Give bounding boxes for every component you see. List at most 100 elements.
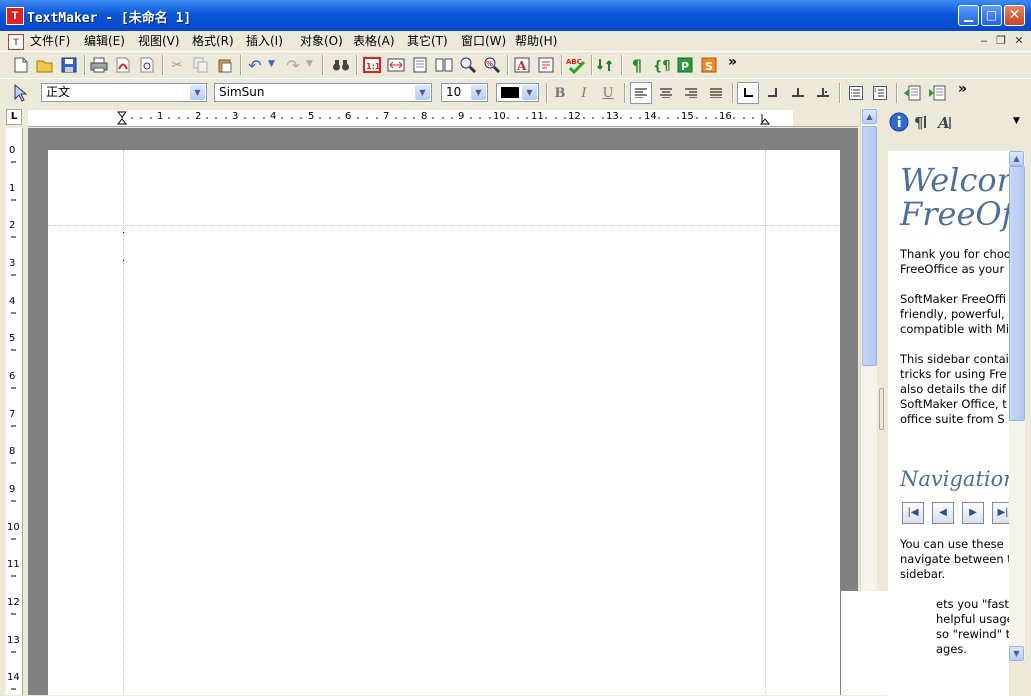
toolbar-separator: [322, 55, 324, 75]
nav-previous-icon[interactable]: ◀: [932, 502, 954, 524]
copy-icon[interactable]: [190, 54, 212, 76]
zoom-page-width-icon[interactable]: [385, 54, 407, 76]
paragraph-format-icon[interactable]: [535, 54, 557, 76]
print-preview-icon[interactable]: [136, 54, 158, 76]
chevron-down-icon[interactable]: ▼: [415, 85, 430, 100]
pilcrow-show-marks-icon[interactable]: ¶: [626, 54, 648, 76]
bullet-list-button[interactable]: [845, 82, 867, 104]
menu-file[interactable]: 文件(F): [30, 33, 70, 49]
scrollbar-thumb[interactable]: [862, 126, 877, 366]
menu-object[interactable]: 对象(O): [300, 33, 343, 49]
info-icon[interactable]: [888, 111, 910, 133]
mdi-minimize-button[interactable]: ‒: [976, 33, 992, 48]
print-icon[interactable]: [88, 54, 110, 76]
cut-icon[interactable]: ✂: [166, 54, 188, 76]
export-pdf-icon[interactable]: [112, 54, 134, 76]
vertical-ruler[interactable]: 0 1 2 3 4 5 6 7 8 9 10 11 12 13 14: [6, 128, 23, 695]
toolbar-overflow-icon[interactable]: »: [958, 81, 967, 97]
tab-center-button[interactable]: [787, 82, 809, 104]
undo-icon[interactable]: ↶: [244, 54, 266, 76]
minimize-button[interactable]: ▁: [958, 5, 979, 26]
chevron-down-icon[interactable]: ▼: [471, 85, 486, 100]
bold-button[interactable]: B: [549, 82, 571, 104]
paste-icon[interactable]: [214, 54, 236, 76]
align-left-button[interactable]: [630, 82, 652, 104]
scroll-up-arrow-icon[interactable]: ▲: [862, 109, 877, 124]
character-styles-icon[interactable]: A: [936, 111, 958, 133]
menu-window[interactable]: 窗口(W): [461, 33, 506, 49]
chevron-down-icon[interactable]: ▼: [190, 85, 205, 100]
select-pointer-icon[interactable]: [9, 82, 31, 104]
align-justify-button[interactable]: [705, 82, 727, 104]
navigation-text-line: You can use these: [900, 537, 1004, 551]
nav-next-icon[interactable]: ▶: [962, 502, 984, 524]
menu-view[interactable]: 视图(V): [138, 33, 180, 49]
mdi-restore-button[interactable]: ❐: [993, 33, 1009, 48]
document-page[interactable]: [48, 150, 840, 695]
redo-dropdown-icon[interactable]: ▼: [306, 59, 313, 69]
horizontal-ruler[interactable]: 1 2 3 4 5 6 7 8 9 10 11 12 13 14 15 16: [28, 110, 858, 127]
paragraph-styles-icon[interactable]: ¶: [912, 111, 934, 133]
toolbar-overflow-icon[interactable]: »: [728, 54, 737, 70]
find-binoculars-icon[interactable]: [330, 54, 352, 76]
sidebar-menu-chevron-down-icon[interactable]: ▼: [1013, 116, 1020, 126]
zoom-magnifier-icon[interactable]: [457, 54, 479, 76]
scroll-down-arrow-icon[interactable]: ▼: [1009, 646, 1024, 661]
underline-button[interactable]: U: [597, 82, 619, 104]
open-folder-icon[interactable]: [34, 54, 56, 76]
redo-icon[interactable]: ↷: [282, 54, 304, 76]
align-center-button[interactable]: [655, 82, 677, 104]
menu-insert[interactable]: 插入(I): [246, 33, 283, 49]
chevron-down-icon[interactable]: ▼: [522, 85, 537, 100]
presentations-icon[interactable]: P: [674, 54, 696, 76]
tab-right-button[interactable]: [762, 82, 784, 104]
document-icon[interactable]: T: [8, 34, 24, 50]
character-format-icon[interactable]: A: [511, 54, 533, 76]
numbered-list-button[interactable]: 1: [869, 82, 891, 104]
save-icon[interactable]: [58, 54, 80, 76]
maximize-button[interactable]: □: [981, 5, 1002, 26]
menu-format[interactable]: 格式(R): [192, 33, 234, 49]
font-size-value: 10: [446, 85, 462, 99]
font-name-combo[interactable]: SimSun ▼: [214, 83, 432, 102]
document-area[interactable]: [28, 128, 858, 695]
undo-dropdown-icon[interactable]: ▼: [268, 59, 275, 69]
spell-check-icon[interactable]: ABC: [565, 54, 587, 76]
top-margin-guide: [48, 225, 840, 226]
app-icon[interactable]: T: [6, 7, 24, 25]
sidebar-vertical-scrollbar[interactable]: ▲ ▼: [1009, 151, 1025, 661]
mdi-close-button[interactable]: ✕: [1011, 33, 1027, 48]
text-color-combo[interactable]: ▼: [496, 83, 539, 102]
nav-last-icon[interactable]: ▶|: [992, 502, 1009, 524]
zoom-100-icon[interactable]: 1:1: [361, 54, 383, 76]
menu-table[interactable]: 表格(A): [353, 33, 395, 49]
increase-indent-icon[interactable]: [926, 82, 948, 104]
italic-button[interactable]: I: [573, 82, 595, 104]
tab-left-button[interactable]: [737, 82, 759, 104]
scrollbar-thumb[interactable]: [1009, 166, 1025, 421]
two-pages-icon[interactable]: [433, 54, 455, 76]
zoom-percent-icon[interactable]: %: [481, 54, 503, 76]
full-page-icon[interactable]: [409, 54, 431, 76]
tab-type-selector[interactable]: L: [6, 109, 22, 125]
ruler-number: 13: [606, 111, 619, 122]
menu-edit[interactable]: 编辑(E): [84, 33, 125, 49]
new-document-icon[interactable]: [10, 54, 32, 76]
menu-help[interactable]: 帮助(H): [515, 33, 557, 49]
tab-decimal-button[interactable]: [812, 82, 834, 104]
svg-text:{¶}: {¶}: [653, 59, 670, 73]
title-bar[interactable]: T TextMaker - [未命名 1] ▁ □ ✕: [0, 0, 1031, 31]
decrease-indent-icon[interactable]: [901, 82, 923, 104]
svg-text:A: A: [516, 59, 527, 73]
align-right-button[interactable]: [680, 82, 702, 104]
font-size-combo[interactable]: 10 ▼: [441, 83, 488, 102]
menu-other[interactable]: 其它(T): [407, 33, 448, 49]
nav-first-icon[interactable]: |◀: [902, 502, 924, 524]
planmaker-icon[interactable]: S: [698, 54, 720, 76]
field-update-icon[interactable]: [595, 54, 617, 76]
field-codes-icon[interactable]: {¶}: [650, 54, 672, 76]
close-button[interactable]: ✕: [1004, 5, 1025, 26]
paragraph-style-combo[interactable]: 正文 ▼: [41, 83, 207, 102]
scroll-up-arrow-icon[interactable]: ▲: [1009, 151, 1024, 166]
standard-toolbar: ✂ ↶ ▼ ↷ ▼ 1:1 % A ABC ¶ {¶} P S »: [0, 51, 1031, 79]
